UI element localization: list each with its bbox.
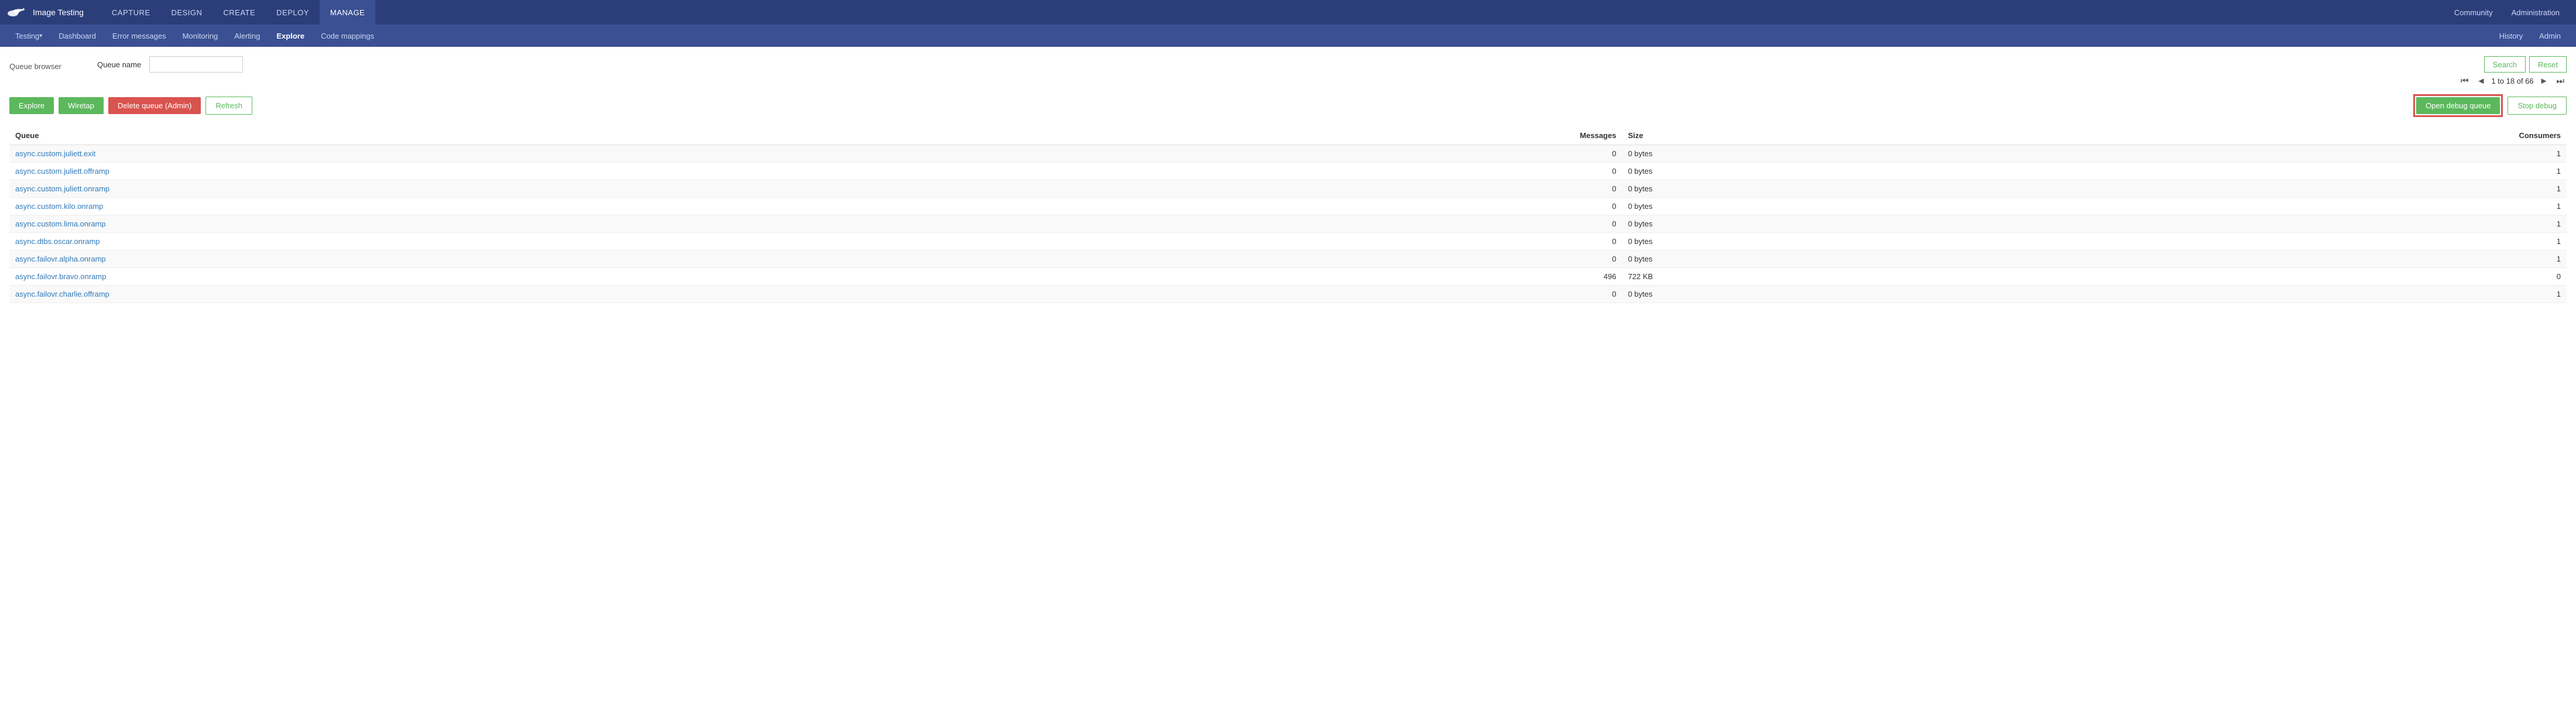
main-content: Queue browser Queue name Search Reset ⏮ … (0, 47, 2576, 725)
queue-size-cell: 0 bytes (1622, 163, 2006, 180)
queue-messages-cell: 0 (1119, 215, 1622, 233)
top-navigation: Image Testing CAPTURE DESIGN CREATE DEPL… (0, 0, 2576, 25)
nav-administration[interactable]: Administration (2502, 0, 2569, 25)
queue-messages-cell: 0 (1119, 163, 1622, 180)
table-row: async.failovr.bravo.onramp 496 722 KB 0 (9, 268, 2567, 286)
explore-button[interactable]: Explore (9, 97, 54, 114)
app-logo[interactable]: Image Testing (7, 6, 84, 18)
col-queue: Queue (9, 126, 1119, 145)
queue-name-cell[interactable]: async.failovr.alpha.onramp (9, 250, 1119, 268)
nav-manage[interactable]: MANAGE (320, 0, 375, 25)
main-nav-links: CAPTURE DESIGN CREATE DEPLOY MANAGE (101, 0, 2445, 25)
nav-deploy[interactable]: DEPLOY (266, 0, 320, 25)
queue-browser-title: Queue browser (9, 59, 80, 71)
open-debug-queue-wrapper: Open debug queue (2413, 94, 2503, 117)
refresh-button[interactable]: Refresh (205, 97, 252, 115)
delete-queue-button[interactable]: Delete queue (Admin) (108, 97, 201, 114)
table-row: async.failovr.alpha.onramp 0 0 bytes 1 (9, 250, 2567, 268)
queue-consumers-cell: 1 (2006, 180, 2567, 198)
queue-size-cell: 0 bytes (1622, 286, 2006, 303)
subnav-error-messages[interactable]: Error messages (104, 25, 174, 47)
queue-size-cell: 0 bytes (1622, 250, 2006, 268)
table-row: async.custom.juliett.exit 0 0 bytes 1 (9, 145, 2567, 163)
queue-consumers-cell: 1 (2006, 286, 2567, 303)
queue-messages-cell: 0 (1119, 145, 1622, 163)
queue-messages-cell: 0 (1119, 180, 1622, 198)
prev-page-button[interactable]: ◄ (2474, 75, 2488, 87)
app-title: Image Testing (33, 8, 84, 17)
action-buttons-row: Explore Wiretap Delete queue (Admin) Ref… (9, 94, 2567, 117)
second-navigation: Testing Dashboard Error messages Monitor… (0, 25, 2576, 47)
first-page-button[interactable]: ⏮ (2458, 75, 2471, 87)
queue-name-cell[interactable]: async.custom.juliett.offramp (9, 163, 1119, 180)
search-button[interactable]: Search (2484, 56, 2526, 73)
right-action-buttons: Open debug queue Stop debug (2413, 94, 2567, 117)
table-row: async.custom.kilo.onramp 0 0 bytes 1 (9, 198, 2567, 215)
subnav-history[interactable]: History (2491, 25, 2531, 47)
table-header-row: Queue Messages Size Consumers (9, 126, 2567, 145)
next-page-button[interactable]: ► (2537, 75, 2551, 87)
queue-size-cell: 0 bytes (1622, 233, 2006, 250)
queue-size-cell: 0 bytes (1622, 180, 2006, 198)
wiretap-button[interactable]: Wiretap (59, 97, 104, 114)
queue-size-cell: 722 KB (1622, 268, 2006, 286)
table-row: async.dtbs.oscar.onramp 0 0 bytes 1 (9, 233, 2567, 250)
queue-messages-cell: 496 (1119, 268, 1622, 286)
queue-size-cell: 0 bytes (1622, 198, 2006, 215)
queue-consumers-cell: 1 (2006, 233, 2567, 250)
reset-button[interactable]: Reset (2529, 56, 2567, 73)
top-nav-right: Community Administration (2445, 0, 2569, 25)
stop-debug-button[interactable]: Stop debug (2508, 97, 2567, 115)
queue-name-cell[interactable]: async.failovr.charlie.offramp (9, 286, 1119, 303)
queue-name-cell[interactable]: async.custom.lima.onramp (9, 215, 1119, 233)
table-row: async.custom.juliett.onramp 0 0 bytes 1 (9, 180, 2567, 198)
queue-name-cell[interactable]: async.custom.juliett.onramp (9, 180, 1119, 198)
queue-name-cell[interactable]: async.failovr.bravo.onramp (9, 268, 1119, 286)
queue-messages-cell: 0 (1119, 233, 1622, 250)
table-row: async.failovr.charlie.offramp 0 0 bytes … (9, 286, 2567, 303)
pagination-row: ⏮ ◄ 1 to 18 of 66 ► ⏭ (9, 75, 2567, 87)
table-row: async.custom.lima.onramp 0 0 bytes 1 (9, 215, 2567, 233)
subnav-testing[interactable]: Testing (7, 25, 50, 47)
queue-messages-cell: 0 (1119, 198, 1622, 215)
table-row: async.custom.juliett.offramp 0 0 bytes 1 (9, 163, 2567, 180)
subnav-dashboard[interactable]: Dashboard (50, 25, 104, 47)
nav-design[interactable]: DESIGN (161, 0, 213, 25)
nav-create[interactable]: CREATE (213, 0, 266, 25)
queue-name-cell[interactable]: async.custom.juliett.exit (9, 145, 1119, 163)
queue-size-cell: 0 bytes (1622, 215, 2006, 233)
queue-messages-cell: 0 (1119, 286, 1622, 303)
queue-name-input[interactable] (149, 56, 243, 73)
col-messages: Messages (1119, 126, 1622, 145)
queue-consumers-cell: 1 (2006, 250, 2567, 268)
open-debug-queue-button[interactable]: Open debug queue (2416, 97, 2500, 114)
col-consumers: Consumers (2006, 126, 2567, 145)
subnav-alerting[interactable]: Alerting (226, 25, 268, 47)
queue-name-cell[interactable]: async.custom.kilo.onramp (9, 198, 1119, 215)
queue-table: Queue Messages Size Consumers async.cust… (9, 126, 2567, 303)
nav-community[interactable]: Community (2445, 0, 2502, 25)
queue-form: Queue name (97, 56, 243, 73)
nav-capture[interactable]: CAPTURE (101, 0, 161, 25)
bird-logo-icon (7, 6, 28, 18)
pagination-text: 1 to 18 of 66 (2491, 77, 2533, 85)
queue-consumers-cell: 1 (2006, 198, 2567, 215)
queue-size-cell: 0 bytes (1622, 145, 2006, 163)
second-nav-right: History Admin (2491, 25, 2569, 47)
subnav-monitoring[interactable]: Monitoring (174, 25, 227, 47)
queue-consumers-cell: 1 (2006, 145, 2567, 163)
queue-consumers-cell: 0 (2006, 268, 2567, 286)
queue-consumers-cell: 1 (2006, 215, 2567, 233)
queue-messages-cell: 0 (1119, 250, 1622, 268)
queue-consumers-cell: 1 (2006, 163, 2567, 180)
subnav-code-mappings[interactable]: Code mappings (313, 25, 382, 47)
last-page-button[interactable]: ⏭ (2554, 75, 2567, 87)
queue-name-label: Queue name (97, 60, 141, 69)
queue-name-cell[interactable]: async.dtbs.oscar.onramp (9, 233, 1119, 250)
col-size: Size (1622, 126, 2006, 145)
subnav-admin[interactable]: Admin (2531, 25, 2569, 47)
subnav-explore[interactable]: Explore (268, 25, 313, 47)
